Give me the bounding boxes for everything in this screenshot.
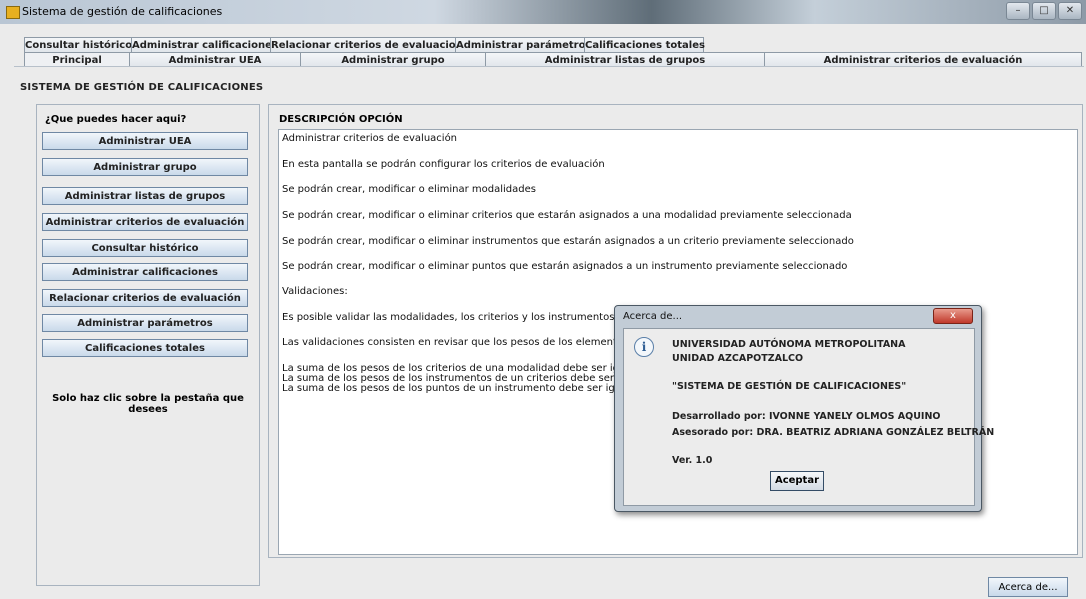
- calificaciones-totales-button[interactable]: Calificaciones totales: [42, 339, 248, 357]
- dialog-developer: Desarrollado por: IVONNE YANELY OLMOS AQ…: [672, 411, 941, 422]
- tab-administrar-calificaciones[interactable]: Administrar calificaciones: [131, 37, 278, 53]
- tab-administrar-parametros[interactable]: Administrar parámetros: [455, 37, 591, 53]
- description-line: Se podrán crear, modificar o eliminar mo…: [282, 184, 536, 195]
- about-dialog: Acerca de... x i UNIVERSIDAD AUTÓNOMA ME…: [614, 305, 994, 512]
- description-title: DESCRIPCIÓN OPCIÓN: [279, 114, 403, 125]
- window-title: Sistema de gestión de calificaciones: [22, 5, 223, 18]
- administrar-calificaciones-button[interactable]: Administrar calificaciones: [42, 263, 248, 281]
- dialog-title: Acerca de...: [623, 311, 683, 322]
- administrar-grupo-button[interactable]: Administrar grupo: [42, 158, 248, 176]
- info-icon: i: [634, 337, 654, 357]
- options-prompt: ¿Que puedes hacer aqui?: [45, 114, 187, 125]
- description-line: Es posible validar las modalidades, los …: [282, 312, 615, 323]
- window-controls: – □ ✕: [1006, 2, 1082, 20]
- administrar-uea-button[interactable]: Administrar UEA: [42, 132, 248, 150]
- dialog-unit: UNIDAD AZCAPOTZALCO: [672, 353, 804, 364]
- description-line: Se podrán crear, modificar o eliminar in…: [282, 236, 854, 247]
- description-line: Se podrán crear, modificar o eliminar cr…: [282, 210, 852, 221]
- administrar-criterios-button[interactable]: Administrar criterios de evaluación: [42, 213, 248, 231]
- dialog-university: UNIVERSIDAD AUTÓNOMA METROPOLITANA: [672, 339, 906, 350]
- title-bar: Sistema de gestión de calificaciones – □…: [0, 0, 1086, 24]
- tab-calificaciones-totales[interactable]: Calificaciones totales: [584, 37, 705, 53]
- description-line: Administrar criterios de evaluación: [282, 133, 458, 144]
- description-line: La suma de los pesos de los puntos de un…: [282, 383, 640, 394]
- description-line: Se podrán crear, modificar o eliminar pu…: [282, 261, 848, 272]
- administrar-parametros-button[interactable]: Administrar parámetros: [42, 314, 248, 332]
- dialog-version: Ver. 1.0: [672, 455, 713, 466]
- description-line: En esta pantalla se podrán configurar lo…: [282, 159, 605, 170]
- page-title: SISTEMA DE GESTIÓN DE CALIFICACIONES: [20, 82, 264, 93]
- close-icon[interactable]: ✕: [1058, 2, 1082, 20]
- options-panel: ¿Que puedes hacer aqui? Administrar UEA …: [36, 104, 260, 586]
- acerca-de-button[interactable]: Acerca de...: [988, 577, 1068, 597]
- hint-text: Solo haz clic sobre la pestaña que desee…: [52, 393, 244, 415]
- tab-relacionar-criterios[interactable]: Relacionar criterios de evaluacion: [270, 37, 463, 53]
- description-line: Las validaciones consisten en revisar qu…: [282, 337, 629, 348]
- tab-row-top: Consultar histórico Administrar califica…: [24, 37, 705, 53]
- minimize-icon[interactable]: –: [1006, 2, 1030, 20]
- dialog-advisor: Asesorado por: DRA. BEATRIZ ADRIANA GONZ…: [672, 427, 995, 438]
- dialog-system-name: "SISTEMA DE GESTIÓN DE CALIFICACIONES": [672, 381, 907, 392]
- description-line: Validaciones:: [282, 286, 348, 297]
- aceptar-button[interactable]: Aceptar: [770, 471, 824, 491]
- dialog-body: i UNIVERSIDAD AUTÓNOMA METROPOLITANA UNI…: [623, 328, 994, 506]
- main-window: Sistema de gestión de calificaciones – □…: [0, 0, 1086, 599]
- administrar-listas-button[interactable]: Administrar listas de grupos: [42, 187, 248, 205]
- relacionar-criterios-button[interactable]: Relacionar criterios de evaluación: [42, 289, 248, 307]
- maximize-icon[interactable]: □: [1032, 2, 1056, 20]
- java-app-icon: [6, 6, 20, 19]
- consultar-historico-button[interactable]: Consultar histórico: [42, 239, 248, 257]
- tab-consultar-historico[interactable]: Consultar histórico: [24, 37, 132, 53]
- dialog-close-icon[interactable]: x: [933, 308, 973, 324]
